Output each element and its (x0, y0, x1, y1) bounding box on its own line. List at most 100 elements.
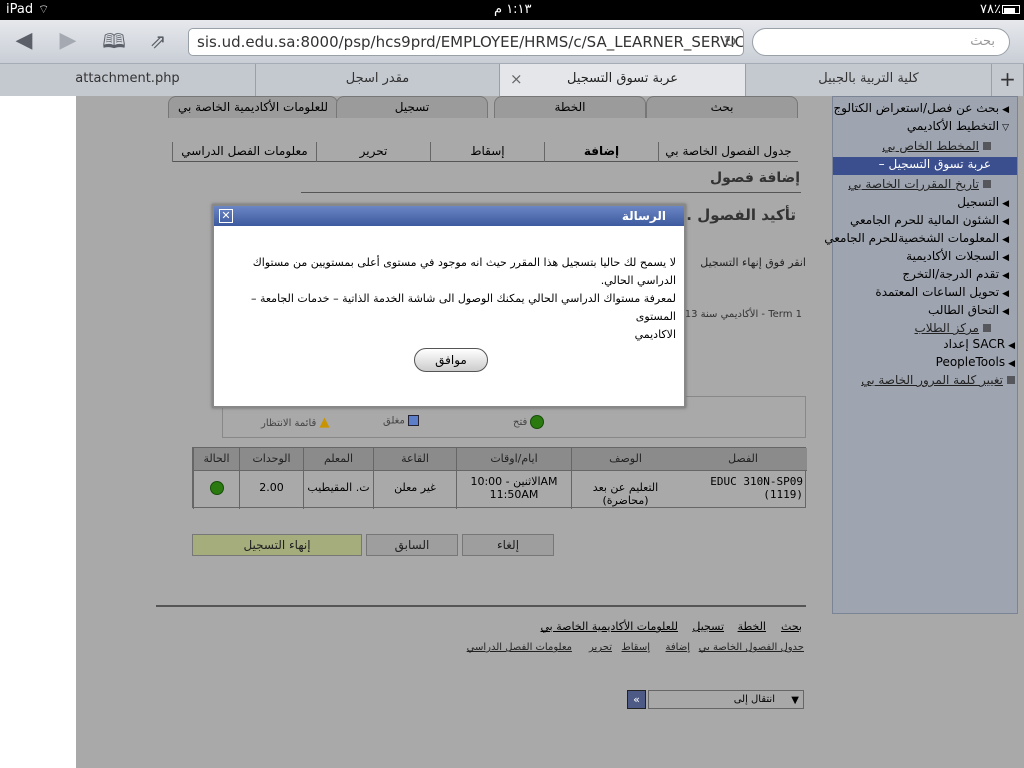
expand-icon: ◀ (1002, 235, 1009, 245)
link-plan[interactable]: الخطة (738, 620, 766, 633)
expand-icon: ◀ (1002, 289, 1009, 299)
divider (156, 605, 806, 607)
closed-icon (408, 415, 420, 426)
sidebar-item-my-planner[interactable]: المخطط الخاص بي (882, 139, 991, 153)
tab-my-academic-info[interactable]: للعلومات الأكاديمية الخاصة بي (168, 96, 338, 118)
close-icon[interactable]: ✕ (219, 209, 233, 223)
sidebar-item-transfer-credit[interactable]: تحويل الساعات المعتمدة ◀ (875, 285, 1009, 299)
sidebar-item-degree-progress[interactable]: تقدم الدرجة/التخرج ◀ (902, 267, 1009, 281)
bullet-icon (983, 324, 991, 332)
legend-open: فتح (513, 415, 545, 429)
ok-button[interactable]: موافق (414, 348, 488, 372)
tab-search[interactable]: بحث (646, 96, 798, 118)
sidebar-item-personal-info[interactable]: المعلومات الشخصيةللحرم الجامعي ◀ (824, 231, 1009, 245)
page-title: إضافة فصول (709, 170, 800, 186)
subtab-edit[interactable]: تحرير (316, 142, 430, 162)
step-title: 2. تأكيد الفصول (675, 206, 796, 224)
sidebar-item-student-center[interactable]: مركز الطلاب (915, 321, 991, 335)
device-label: iPad (6, 2, 34, 17)
subtab-my-class-schedule[interactable]: جدول الفصول الخاصة بي (658, 142, 798, 162)
jump-to-select[interactable]: انتقال إلى ▼ (648, 690, 804, 709)
collapse-icon: ▽ (1002, 123, 1009, 133)
status-bar: iPad ⌔ ١:١٣ م ٧٨٪ (0, 0, 1024, 20)
cell-days-times: الاثنين - 10:00AM 11:50AM (456, 470, 571, 509)
close-tab-icon[interactable]: × (510, 64, 523, 94)
tab-registration-estimator[interactable]: مقدر اسجل (256, 64, 500, 96)
sidebar-item-admissions[interactable]: التحاق الطالب ◀ (928, 303, 1009, 317)
forward-icon[interactable]: ▶ (54, 28, 82, 54)
sidebar-menu: بحث عن فصل/استعراض الكتالوج ◀ التخطيط الأ… (824, 96, 1018, 614)
link-search[interactable]: بحث (781, 620, 802, 633)
subtabs: معلومات الفصل الدراسي تحرير إسقاط إضافة … (172, 142, 798, 162)
class-table: الفصل الوصف ايام/اوقات القاعة المعلم الو… (192, 447, 807, 509)
cancel-button[interactable]: إلغاء (462, 534, 554, 556)
sidebar-item-academic-records[interactable]: السجلات الأكاديمية ◀ (906, 249, 1009, 263)
battery-icon (1002, 5, 1020, 14)
sidebar-item-campus-finances[interactable]: الشئون المالية للحرم الجامعي ◀ (850, 213, 1009, 227)
link-my-class-schedule[interactable]: جدول الفصول الخاصة بي (699, 642, 804, 653)
legend-closed: مغلق (383, 415, 420, 427)
link-drop[interactable]: إسقاط (621, 642, 650, 653)
link-enroll[interactable]: تسجيل (692, 620, 724, 633)
expand-icon: ◀ (1002, 307, 1009, 317)
expand-icon: ◀ (1008, 341, 1015, 351)
tab-plan[interactable]: الخطة (494, 96, 646, 118)
tab-attachment[interactable]: attachment.php (0, 64, 256, 96)
tab-shopping-cart[interactable]: × عربة تسوق التسجيل (500, 64, 746, 96)
sidebar-item-course-history[interactable]: تاريخ المقررات الخاصة بي (848, 177, 991, 191)
tab-label: مقدر اسجل (345, 71, 410, 86)
message-dialog: الرسالة ✕ لا يسمح لك حاليا بتسجيل هذا ال… (212, 204, 686, 408)
sidebar-item-academic-planning[interactable]: التخطيط الأكاديمي ▽ (907, 119, 1009, 133)
subtab-drop[interactable]: إسقاط (430, 142, 544, 162)
back-icon[interactable]: ◀ (10, 28, 38, 54)
sidebar-item-shopping-cart[interactable]: – عربة تسوق التسجيل (833, 157, 1017, 175)
finish-enrolling-button[interactable]: إنهاء التسجيل (192, 534, 362, 556)
cell-units: 2.00 (239, 470, 303, 509)
sidebar-item-change-password[interactable]: تغيير كلمة المرور الخاصة بي (861, 373, 1015, 387)
expand-icon: ◀ (1002, 217, 1009, 227)
cell-room: غير معلن (373, 470, 456, 509)
expand-icon: ◀ (1002, 271, 1009, 281)
cell-status (193, 470, 239, 509)
bookmarks-icon[interactable]: 🕮 (100, 28, 128, 54)
col-units: الوحدات (239, 448, 303, 470)
clock: ١:١٣ م (494, 2, 532, 17)
sidebar-item-peopletools[interactable]: PeopleTools ◀ (936, 355, 1015, 369)
browser-toolbar: ◀ ▶ 🕮 ⇗ sis.ud.edu.sa:8000/psp/hcs9prd/E… (0, 20, 1024, 64)
col-status: الحالة (193, 448, 239, 470)
tab-college[interactable]: كلية التربية بالجبيل (746, 64, 992, 96)
new-tab-button[interactable]: + (992, 64, 1024, 96)
col-room: القاعة (373, 448, 456, 470)
expand-icon: ◀ (1002, 199, 1009, 209)
col-description: الوصف (571, 448, 679, 470)
tab-enroll[interactable]: تسجيل (336, 96, 488, 118)
open-status-icon (209, 481, 224, 495)
url-field[interactable]: sis.ud.edu.sa:8000/psp/hcs9prd/EMPLOYEE/… (188, 28, 744, 56)
link-add[interactable]: إضافة (666, 642, 690, 653)
bullet-icon (983, 142, 991, 150)
link-edit[interactable]: تحرير (589, 642, 612, 653)
subtab-term-info[interactable]: معلومات الفصل الدراسي (172, 142, 316, 162)
web-content: للعلومات الأكاديمية الخاصة بي تسجيل الخط… (0, 96, 1024, 768)
link-term-info[interactable]: معلومات الفصل الدراسي (467, 642, 572, 653)
sidebar-item-enrollment[interactable]: التسجيل ◀ (957, 195, 1009, 209)
col-instructor: المعلم (303, 448, 373, 470)
previous-button[interactable]: السابق (366, 534, 458, 556)
jump-to-label: انتقال إلى (733, 694, 775, 705)
main-page: للعلومات الأكاديمية الخاصة بي تسجيل الخط… (76, 96, 826, 768)
waitlist-icon: ▲ (319, 415, 330, 430)
subtab-add[interactable]: إضافة (544, 142, 658, 162)
share-icon[interactable]: ⇗ (144, 28, 172, 54)
search-field[interactable]: بحث (752, 28, 1010, 56)
open-icon (530, 415, 545, 429)
bullet-icon (1007, 376, 1015, 384)
cell-description: التعليم عن بعد (محاضرة) (571, 470, 679, 509)
sidebar-item-sacr-setup[interactable]: إعداد SACR ◀ (943, 337, 1015, 351)
cell-instructor: ت. المقيطيب (303, 470, 373, 509)
col-days-times: ايام/اوقات (456, 448, 571, 470)
jump-go-icon[interactable]: « (627, 690, 646, 709)
reload-icon[interactable]: ↻ (724, 32, 737, 51)
link-my-academic-info[interactable]: للعلومات الأكاديمية الخاصة بي (541, 620, 679, 633)
tab-label: كلية التربية بالجبيل (818, 71, 919, 86)
sidebar-item-class-search[interactable]: بحث عن فصل/استعراض الكتالوج ◀ (833, 101, 1009, 115)
